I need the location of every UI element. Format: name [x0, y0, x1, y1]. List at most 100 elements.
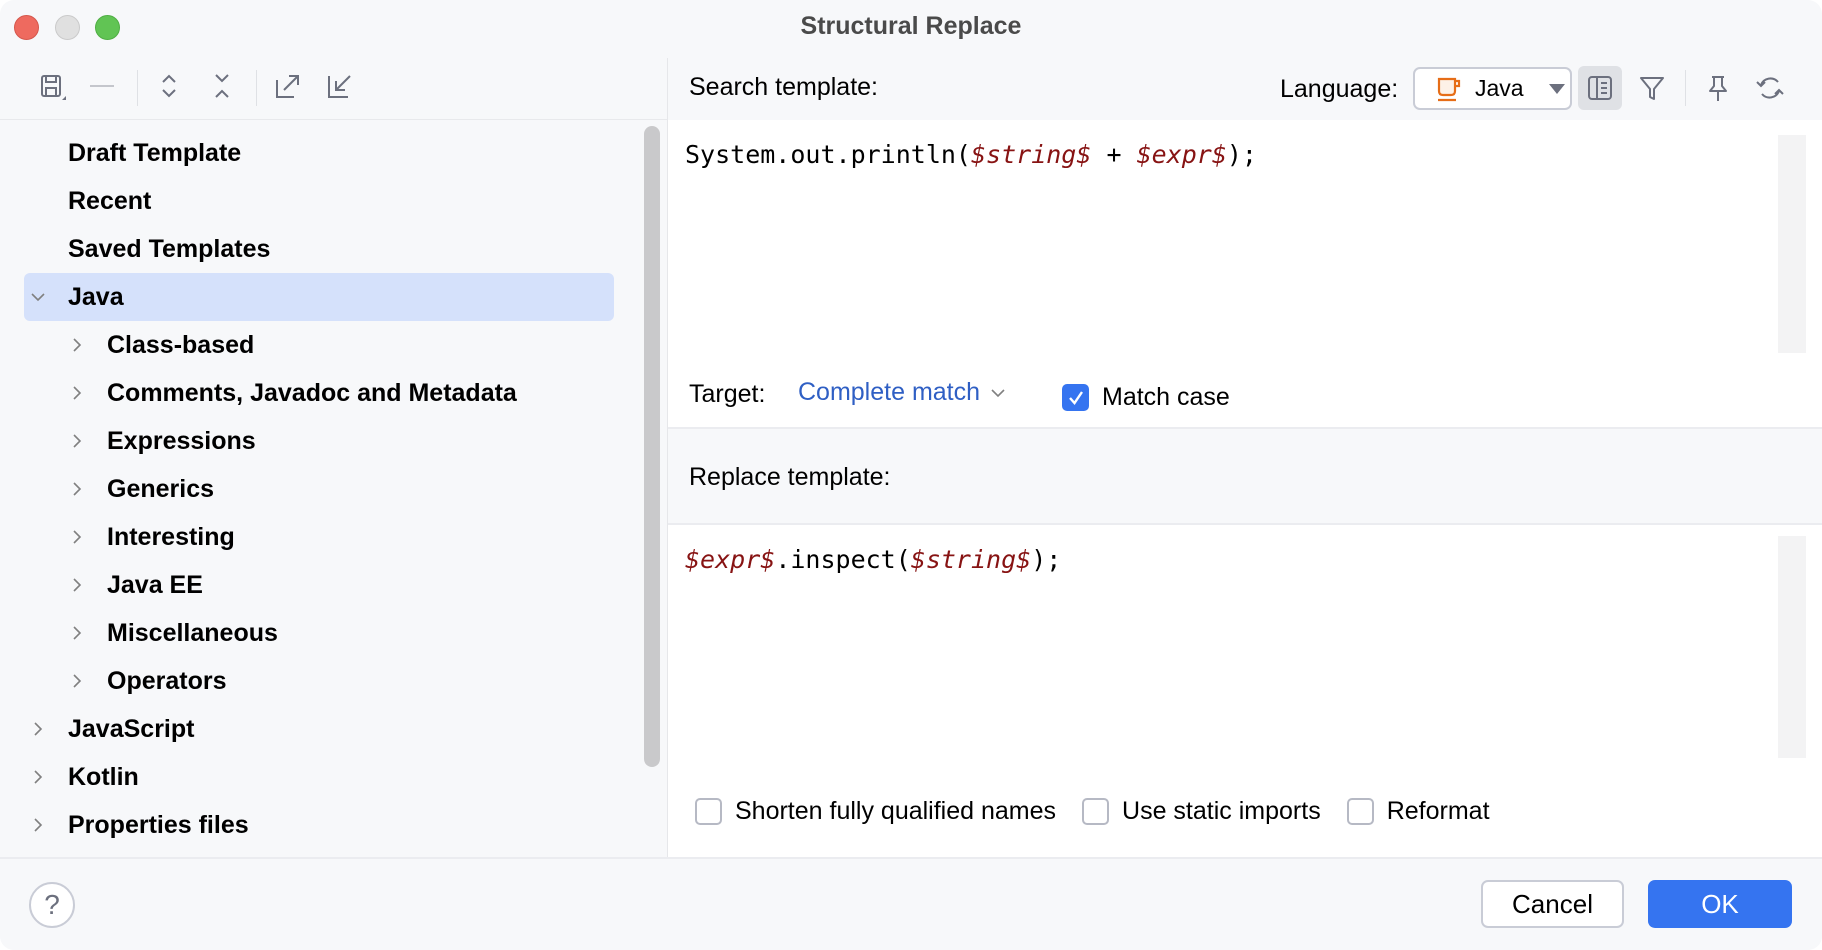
help-icon: ?	[44, 889, 60, 920]
chevron-right-icon[interactable]	[67, 623, 87, 643]
tree-item-label: Miscellaneous	[107, 618, 278, 647]
chevron-down-icon[interactable]	[28, 287, 48, 307]
import-icon	[328, 75, 351, 98]
tree-item-label: Properties files	[68, 810, 249, 839]
replace-code-line: $expr$.inspect($string$);	[685, 545, 1062, 574]
chevron-right-icon[interactable]	[28, 719, 48, 739]
tree-item[interactable]: Miscellaneous	[24, 609, 614, 657]
chevron-down-icon	[991, 388, 1005, 397]
tree-item[interactable]: Saved Templates	[24, 225, 614, 273]
remove-icon	[90, 85, 114, 87]
template-variable: $expr$	[1136, 140, 1227, 169]
match-case-option[interactable]: Match case	[1062, 383, 1230, 412]
tree-item[interactable]: Recent	[24, 177, 614, 225]
help-button[interactable]: ?	[29, 882, 75, 928]
tree-item-label: Generics	[107, 474, 215, 503]
toolbar-separator	[1685, 70, 1686, 106]
replace-option[interactable]: Use static imports	[1082, 797, 1321, 826]
tree-item-label: Recent	[68, 186, 152, 215]
tree-item-label: Comments, Javadoc and Metadata	[107, 378, 517, 407]
save-template-button[interactable]	[36, 70, 68, 102]
option-checkbox[interactable]	[1082, 798, 1110, 825]
tree-item-label: Operators	[107, 666, 227, 695]
replace-option[interactable]: Reformat	[1346, 797, 1490, 826]
tree-item[interactable]: JavaScript	[24, 705, 614, 753]
editor-gutter	[1778, 135, 1806, 353]
search-template-label: Search template:	[689, 73, 878, 101]
target-dropdown[interactable]: Complete match	[798, 378, 1006, 407]
filter-icon	[1640, 77, 1664, 100]
match-case-checkbox[interactable]	[1062, 384, 1089, 411]
side-panel-icon	[1588, 76, 1612, 100]
refresh-icon	[1756, 77, 1784, 99]
toolbar-separator	[256, 70, 257, 106]
option-checkbox[interactable]	[695, 798, 722, 825]
chevron-right-icon[interactable]	[67, 479, 87, 499]
expand-all-button[interactable]	[153, 70, 185, 102]
chevron-right-icon[interactable]	[28, 767, 48, 787]
chevron-right-icon[interactable]	[67, 671, 87, 691]
templates-tree: Draft Template Recent Saved Templates Java C…	[0, 120, 640, 857]
chevron-right-icon[interactable]	[67, 383, 87, 403]
checkmark-icon	[1068, 390, 1083, 405]
tree-item[interactable]: Java	[24, 273, 614, 321]
option-checkbox[interactable]	[1346, 798, 1374, 825]
replace-options: Shorten fully qualified names Use static …	[695, 797, 1490, 826]
export-template-button[interactable]	[272, 70, 304, 102]
tree-scrollbar[interactable]	[644, 126, 660, 767]
tree-item-label: JavaScript	[68, 714, 195, 743]
toggle-filters-panel-button[interactable]	[1578, 66, 1622, 110]
dropdown-arrow-icon	[1548, 83, 1565, 94]
template-variable: $string$	[970, 140, 1092, 169]
filter-button[interactable]	[1630, 66, 1674, 110]
target-label: Target:	[689, 380, 766, 408]
chevron-right-icon[interactable]	[67, 527, 87, 547]
language-value: Java	[1475, 75, 1524, 101]
option-label: Use static imports	[1122, 797, 1321, 825]
tree-item-label: Expressions	[107, 426, 256, 455]
import-template-button[interactable]	[324, 70, 356, 102]
search-code-line: System.out.println($string$ + $expr$);	[685, 140, 1257, 169]
tree-item[interactable]: Generics	[24, 465, 614, 513]
expand-all-icon	[162, 74, 176, 98]
tree-item[interactable]: Java EE	[24, 561, 614, 609]
template-variable: $string$	[910, 545, 1032, 574]
tree-item[interactable]: Class-based	[24, 321, 614, 369]
editor-gutter	[1778, 536, 1806, 758]
replace-option[interactable]: Shorten fully qualified names	[695, 797, 1056, 826]
tree-item-label: Java	[68, 282, 124, 311]
chevron-right-icon[interactable]	[67, 575, 87, 595]
save-icon	[41, 75, 66, 100]
export-icon	[276, 75, 299, 98]
cancel-button[interactable]: Cancel	[1481, 880, 1624, 928]
tree-item-label: Java EE	[107, 570, 203, 599]
toolbar-separator	[137, 70, 138, 106]
chevron-right-icon[interactable]	[67, 431, 87, 451]
refresh-button[interactable]	[1748, 66, 1792, 110]
search-template-editor[interactable]: System.out.println($string$ + $expr$); T…	[668, 120, 1822, 427]
template-variable: $expr$	[685, 545, 776, 574]
replace-template-label: Replace template:	[689, 463, 891, 491]
window-title: Structural Replace	[800, 12, 1022, 40]
remove-template-button[interactable]	[86, 70, 118, 102]
tree-item-label: Interesting	[107, 522, 235, 551]
chevron-right-icon[interactable]	[67, 335, 87, 355]
ok-button[interactable]: OK	[1648, 880, 1792, 928]
chevron-right-icon[interactable]	[28, 815, 48, 835]
tree-item[interactable]: Draft Template	[24, 129, 614, 177]
tree-item[interactable]: Expressions	[24, 417, 614, 465]
tree-item-label: Draft Template	[68, 138, 242, 167]
pin-button[interactable]	[1696, 66, 1740, 110]
collapse-all-button[interactable]	[206, 70, 238, 102]
tree-item[interactable]: Comments, Javadoc and Metadata	[24, 369, 614, 417]
language-select[interactable]: Java	[1413, 67, 1572, 110]
collapse-all-icon	[215, 74, 229, 98]
tree-item[interactable]: Properties files	[24, 801, 614, 849]
tree-item[interactable]: Operators	[24, 657, 614, 705]
option-label: Reformat	[1386, 797, 1490, 825]
tree-item-label: Saved Templates	[68, 234, 271, 263]
option-label: Shorten fully qualified names	[735, 797, 1057, 825]
tree-item[interactable]: Kotlin	[24, 753, 614, 801]
replace-template-editor[interactable]: $expr$.inspect($string$); Shorten fully …	[668, 525, 1822, 857]
tree-item[interactable]: Interesting	[24, 513, 614, 561]
